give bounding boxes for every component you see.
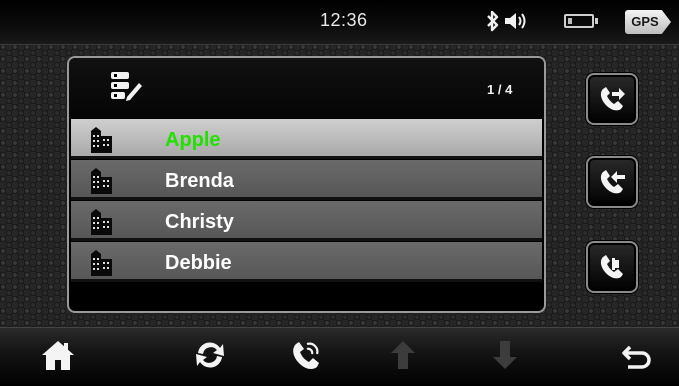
- volume-icon: [503, 10, 531, 37]
- bluetooth-icon: [485, 9, 501, 38]
- back-icon[interactable]: [620, 338, 654, 377]
- missed-calls-button[interactable]: [586, 156, 638, 208]
- contact-row[interactable]: Apple: [71, 119, 542, 159]
- building-icon: [90, 209, 114, 240]
- panel-header: 1 / 4: [69, 58, 544, 118]
- sync-icon[interactable]: [192, 338, 228, 377]
- home-icon[interactable]: [40, 338, 76, 377]
- building-icon: [90, 127, 114, 158]
- gps-button[interactable]: GPS: [625, 10, 671, 34]
- contact-row[interactable]: Christy: [71, 201, 542, 241]
- building-icon: [90, 168, 114, 199]
- dial-icon[interactable]: [289, 338, 325, 377]
- building-icon: [90, 250, 114, 281]
- outgoing-calls-button[interactable]: [586, 73, 638, 125]
- page-indicator: 1 / 4: [487, 82, 513, 97]
- bottom-toolbar: [0, 327, 679, 386]
- contact-row[interactable]: Debbie: [71, 242, 542, 282]
- battery-icon: [564, 14, 598, 28]
- down-arrow-icon[interactable]: [490, 338, 520, 377]
- status-bar: 12:36 GPS: [0, 0, 679, 45]
- contact-name: Apple: [165, 129, 221, 151]
- incoming-calls-button[interactable]: [586, 241, 638, 293]
- contact-list-edit-icon[interactable]: [109, 70, 143, 107]
- up-arrow-icon[interactable]: [388, 338, 418, 377]
- contact-name: Debbie: [165, 252, 232, 274]
- contact-row[interactable]: Brenda: [71, 160, 542, 200]
- contacts-panel: 1 / 4 Apple Brenda Christy Debbie: [67, 56, 546, 313]
- clock-time: 12:36: [320, 10, 368, 30]
- contact-name: Christy: [165, 211, 234, 233]
- contact-name: Brenda: [165, 170, 234, 192]
